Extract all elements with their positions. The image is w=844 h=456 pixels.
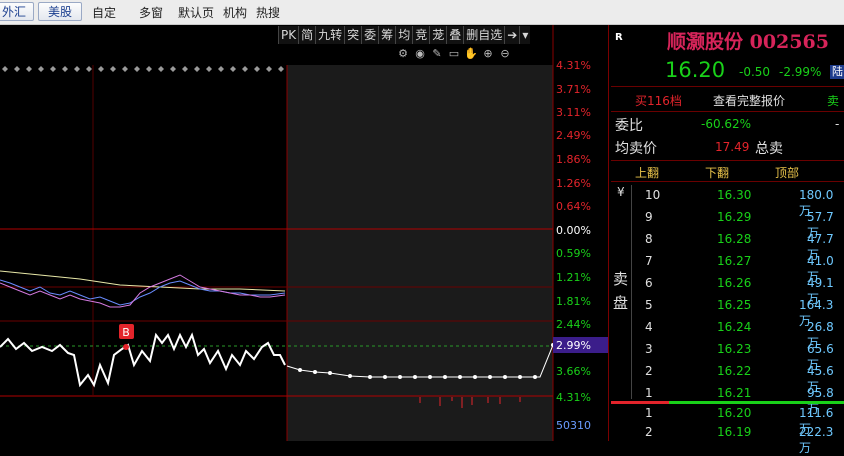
pct-label: 0.59% bbox=[556, 247, 591, 260]
tool-nine-turn[interactable]: 九转 bbox=[315, 26, 345, 44]
avg-sell-label: 均卖价 bbox=[615, 141, 657, 157]
sell-price[interactable]: 16.28 bbox=[717, 232, 751, 246]
future-zone bbox=[287, 65, 553, 441]
menu-multiwindow[interactable]: 多窗 bbox=[139, 4, 163, 21]
pct-label: 1.81% bbox=[556, 295, 591, 308]
sell-price[interactable]: 16.25 bbox=[717, 298, 751, 312]
sell-level: 8 bbox=[645, 232, 653, 246]
buy-level: 1 bbox=[645, 406, 653, 420]
zoom-out-icon[interactable]: ⊖ bbox=[498, 47, 512, 61]
tool-overlay[interactable]: 叠 bbox=[446, 26, 464, 44]
sell-price[interactable]: 16.26 bbox=[717, 276, 751, 290]
tab-full-quote[interactable]: 查看完整报价 bbox=[713, 92, 785, 109]
sell-level: 4 bbox=[645, 320, 653, 334]
tool-order[interactable]: 委 bbox=[361, 26, 379, 44]
hand-icon[interactable]: ✋ bbox=[464, 47, 478, 61]
sell-level: 2 bbox=[645, 364, 653, 378]
col-down[interactable]: 下翻 bbox=[705, 164, 729, 181]
tool-pk[interactable]: PK bbox=[278, 26, 299, 44]
pct-label: 2.49% bbox=[556, 129, 591, 142]
tool-remove-watchlist[interactable]: 删自选 bbox=[463, 26, 505, 44]
sell-panel-label: 卖盘 bbox=[613, 270, 629, 312]
menu-custom[interactable]: 自定 bbox=[92, 4, 116, 21]
sell-level: 9 bbox=[645, 210, 653, 224]
pencil-icon[interactable]: ✎ bbox=[430, 47, 444, 61]
quote-code-label: R bbox=[615, 32, 623, 43]
tool-breakout[interactable]: 突 bbox=[344, 26, 362, 44]
sell-price[interactable]: 16.21 bbox=[717, 386, 751, 400]
pct-label: 1.21% bbox=[556, 271, 591, 284]
zoom-in-icon[interactable]: ⊕ bbox=[481, 47, 495, 61]
top-toolbar: 外汇 美股 自定 多窗 默认页 机构 热搜 bbox=[0, 0, 844, 25]
pct-label: 4.31% bbox=[556, 391, 591, 404]
market-badge: 陆 bbox=[830, 65, 844, 79]
yen-icon: ¥ bbox=[617, 185, 625, 199]
pct-label: 2.44% bbox=[556, 318, 591, 331]
chart-toolbar: PK 简 九转 突 委 筹 均 竞 茏 叠 删自选 ➔ ▾ bbox=[278, 26, 531, 44]
pct-label: 0.00% bbox=[556, 224, 591, 237]
tool-cong[interactable]: 茏 bbox=[429, 26, 447, 44]
price-change-pct: -2.99% bbox=[779, 65, 822, 79]
forex-button[interactable]: 外汇 bbox=[0, 2, 34, 21]
sell-price[interactable]: 16.22 bbox=[717, 364, 751, 378]
total-sell-label: 总卖 bbox=[755, 141, 783, 157]
eye-icon[interactable]: ◉ bbox=[413, 47, 427, 61]
sell-price[interactable]: 16.30 bbox=[717, 188, 751, 202]
pct-label: 0.64% bbox=[556, 200, 591, 213]
menu-default-page[interactable]: 默认页 bbox=[178, 4, 214, 21]
tool-auction[interactable]: 竞 bbox=[412, 26, 430, 44]
bid-ask-ratio-bar bbox=[611, 401, 844, 404]
buy-price[interactable]: 16.19 bbox=[717, 425, 751, 439]
avg-sell-value: 17.49 bbox=[715, 140, 750, 154]
pct-label: 1.86% bbox=[556, 153, 591, 166]
sell-level: 10 bbox=[645, 188, 661, 202]
buy-level: 2 bbox=[645, 425, 653, 439]
sell-level: 5 bbox=[645, 298, 653, 312]
sell-level: 7 bbox=[645, 254, 653, 268]
gear-icon[interactable]: ⚙ bbox=[396, 47, 410, 61]
menu-hot-search[interactable]: 热搜 bbox=[256, 4, 280, 21]
price-change: -0.50 bbox=[739, 65, 771, 79]
pct-label: 3.11% bbox=[556, 106, 591, 119]
sell-level: 1 bbox=[645, 386, 653, 400]
pct-label: 3.71% bbox=[556, 83, 591, 96]
pct-label: 1.26% bbox=[556, 177, 591, 190]
tab-sell-depth[interactable]: 卖 bbox=[827, 92, 839, 109]
ratio-value: -60.62% bbox=[701, 117, 752, 131]
menu-institution[interactable]: 机构 bbox=[223, 4, 247, 21]
col-top[interactable]: 顶部 bbox=[775, 164, 799, 181]
sell-level: 6 bbox=[645, 276, 653, 290]
volume-label: 50310 bbox=[556, 419, 591, 432]
dropdown-icon[interactable]: ▾ bbox=[519, 26, 531, 44]
sell-price[interactable]: 16.29 bbox=[717, 210, 751, 224]
ratio-tail: - bbox=[835, 117, 840, 131]
chart-icon-row: ⚙ ◉ ✎ ▭ ✋ ⊕ ⊖ bbox=[396, 47, 512, 61]
tool-average[interactable]: 均 bbox=[395, 26, 413, 44]
stock-name: 顺灏股份 002565 bbox=[667, 31, 829, 53]
current-pct-label: 2.99% bbox=[556, 339, 591, 352]
tool-chips[interactable]: 筹 bbox=[378, 26, 396, 44]
tool-exit-icon[interactable]: ➔ bbox=[504, 26, 520, 44]
col-up[interactable]: 上翻 bbox=[635, 164, 659, 181]
buy-marker-label: B bbox=[122, 326, 130, 339]
tool-simple[interactable]: 简 bbox=[298, 26, 316, 44]
pct-label: 4.31% bbox=[556, 59, 591, 72]
sell-level: 3 bbox=[645, 342, 653, 356]
tab-buy-depth[interactable]: 买116档 bbox=[635, 92, 682, 109]
buy-price[interactable]: 16.20 bbox=[717, 406, 751, 420]
intraday-chart[interactable]: B 4.31% 3.71% 3.11% 2.49% 1.86% 1.26% 0.… bbox=[0, 25, 608, 441]
us-stock-button[interactable]: 美股 bbox=[38, 2, 82, 21]
trash-icon[interactable]: ▭ bbox=[447, 47, 461, 61]
ratio-label: 委比 bbox=[615, 118, 643, 134]
sell-price[interactable]: 16.24 bbox=[717, 320, 751, 334]
current-price: 16.20 bbox=[665, 58, 726, 82]
sell-price[interactable]: 16.23 bbox=[717, 342, 751, 356]
quote-panel: R 顺灏股份 002565 16.20 -0.50 -2.99% 陆 买116档… bbox=[608, 25, 844, 455]
sell-price[interactable]: 16.27 bbox=[717, 254, 751, 268]
pct-label: 3.66% bbox=[556, 365, 591, 378]
